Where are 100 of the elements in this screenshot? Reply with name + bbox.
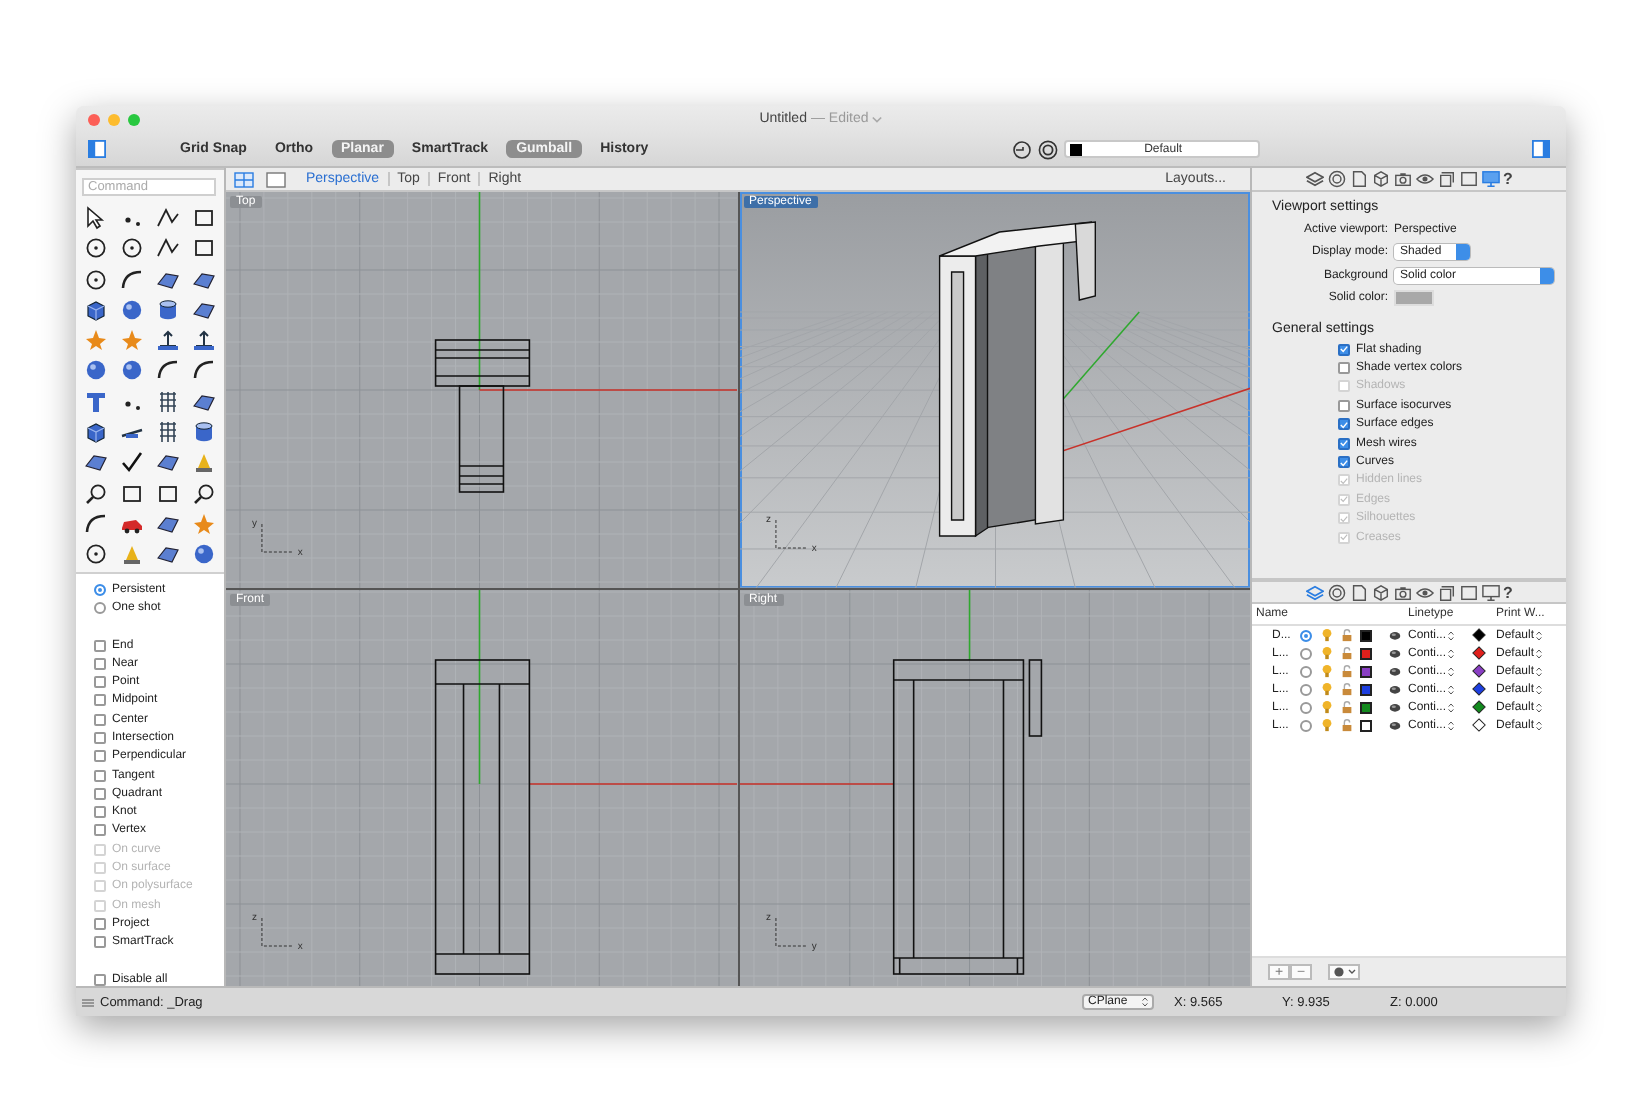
document-icon[interactable] [1349, 170, 1368, 188]
sidebar-toggle-icon[interactable] [1531, 140, 1550, 158]
cube-icon[interactable] [1371, 583, 1390, 601]
up-down-arrows-icon[interactable] [1448, 683, 1455, 695]
checkbox[interactable] [1338, 343, 1350, 356]
layer-color-swatch[interactable] [1360, 683, 1372, 695]
concentric-circles-icon[interactable] [1327, 583, 1346, 601]
current-layer-radio[interactable] [1300, 665, 1312, 677]
lightbulb-icon[interactable] [1320, 628, 1334, 642]
square-icon[interactable] [1459, 583, 1478, 601]
square-icon[interactable] [1459, 170, 1478, 188]
print-color-diamond[interactable] [1472, 682, 1486, 696]
lamp-icon[interactable] [192, 450, 216, 475]
box-icon[interactable] [84, 297, 108, 322]
lightbulb-icon[interactable] [1320, 664, 1334, 678]
gear-menu-button[interactable] [1328, 964, 1360, 980]
rectangle-icon[interactable] [192, 236, 216, 261]
layer-color-swatch[interactable] [1360, 701, 1372, 713]
checkbox[interactable] [94, 676, 106, 689]
magnifier-icon[interactable] [84, 481, 108, 506]
surface-icon[interactable] [156, 511, 180, 536]
surface-icon[interactable] [84, 450, 108, 475]
circle-icon[interactable] [84, 542, 108, 567]
single-pane-icon[interactable] [266, 171, 286, 187]
checkbox[interactable] [94, 936, 106, 949]
circle-icon[interactable] [84, 267, 108, 292]
sphere-icon[interactable] [120, 297, 144, 322]
up-down-arrows-icon[interactable] [1448, 665, 1455, 677]
rectangle-icon[interactable] [120, 481, 144, 506]
sidebar-toggle-icon[interactable] [88, 140, 106, 158]
layer-color-swatch[interactable] [1360, 629, 1372, 641]
print-color-diamond[interactable] [1472, 646, 1486, 660]
camera-icon[interactable] [1393, 583, 1412, 601]
checkbox[interactable] [94, 731, 106, 744]
radio-button[interactable] [94, 583, 106, 596]
checkbox[interactable] [94, 973, 106, 986]
lamp-icon[interactable] [120, 542, 144, 567]
layer-color-swatch[interactable] [1360, 647, 1372, 659]
curve-icon[interactable] [192, 358, 216, 383]
magnifier-icon[interactable] [192, 481, 216, 506]
checkbox[interactable] [94, 639, 106, 651]
sphere-icon[interactable] [120, 358, 144, 383]
camera-icon[interactable] [1393, 170, 1412, 188]
checkbox[interactable] [1338, 437, 1350, 450]
box-icon[interactable] [84, 420, 108, 445]
cube-icon[interactable] [1371, 170, 1390, 188]
close-button[interactable] [88, 113, 100, 125]
current-layer-radio[interactable] [1300, 719, 1312, 731]
star-icon[interactable] [192, 511, 216, 536]
checkbox[interactable] [1338, 418, 1350, 431]
layer-color-swatch[interactable] [1360, 665, 1372, 677]
color-swatch[interactable] [1394, 290, 1434, 307]
up-down-arrows-icon[interactable] [1536, 719, 1543, 731]
print-color-diamond[interactable] [1472, 664, 1486, 678]
rectangle-icon[interactable] [192, 206, 216, 230]
rectangle-icon[interactable] [156, 481, 180, 506]
curve-icon[interactable] [84, 511, 108, 536]
up-down-arrows-icon[interactable] [1536, 629, 1543, 641]
extrude-icon[interactable] [192, 328, 216, 353]
grid-icon[interactable] [156, 389, 180, 414]
padlock-icon[interactable] [1340, 682, 1354, 696]
checkbox[interactable] [1338, 399, 1350, 412]
pages-icon[interactable] [1437, 170, 1456, 188]
eye-icon[interactable] [1415, 583, 1434, 601]
layers-icon[interactable] [1305, 583, 1324, 601]
surface-icon[interactable] [192, 267, 216, 292]
current-layer-radio[interactable] [1300, 701, 1312, 713]
surface-icon[interactable] [156, 450, 180, 475]
cylinder-icon[interactable] [156, 297, 180, 322]
curve-icon[interactable] [120, 267, 144, 292]
monitor-icon[interactable] [1481, 583, 1500, 601]
monitor-icon[interactable] [1481, 170, 1500, 188]
checkbox[interactable] [94, 769, 106, 782]
lightbulb-icon[interactable] [1320, 646, 1334, 660]
lightbulb-icon[interactable] [1320, 682, 1334, 696]
target-icon[interactable] [1037, 139, 1058, 159]
help-button[interactable]: ? [1503, 170, 1513, 188]
sphere-icon[interactable] [84, 358, 108, 383]
checkbox[interactable] [94, 713, 106, 726]
surface-icon[interactable] [156, 267, 180, 292]
extrude-icon[interactable] [156, 328, 180, 353]
up-down-arrows-icon[interactable] [1142, 996, 1148, 1008]
eye-icon[interactable] [1415, 170, 1434, 188]
up-down-arrows-icon[interactable] [1448, 647, 1455, 659]
letter-t-icon[interactable] [84, 389, 108, 414]
surface-icon[interactable] [192, 297, 216, 322]
print-color-diamond[interactable] [1472, 718, 1486, 732]
padlock-icon[interactable] [1340, 646, 1354, 660]
print-color-diamond[interactable] [1472, 628, 1486, 642]
check-icon[interactable] [120, 450, 144, 475]
checkbox[interactable] [94, 806, 106, 819]
up-down-arrows-icon[interactable] [1536, 683, 1543, 695]
up-down-arrows-icon[interactable] [1536, 647, 1543, 659]
circle-icon[interactable] [120, 236, 144, 261]
up-down-arrows-icon[interactable] [1448, 701, 1455, 713]
padlock-icon[interactable] [1340, 718, 1354, 732]
padlock-icon[interactable] [1340, 628, 1354, 642]
help-button[interactable]: ? [1503, 583, 1513, 601]
padlock-icon[interactable] [1340, 664, 1354, 678]
star-icon[interactable] [84, 328, 108, 353]
